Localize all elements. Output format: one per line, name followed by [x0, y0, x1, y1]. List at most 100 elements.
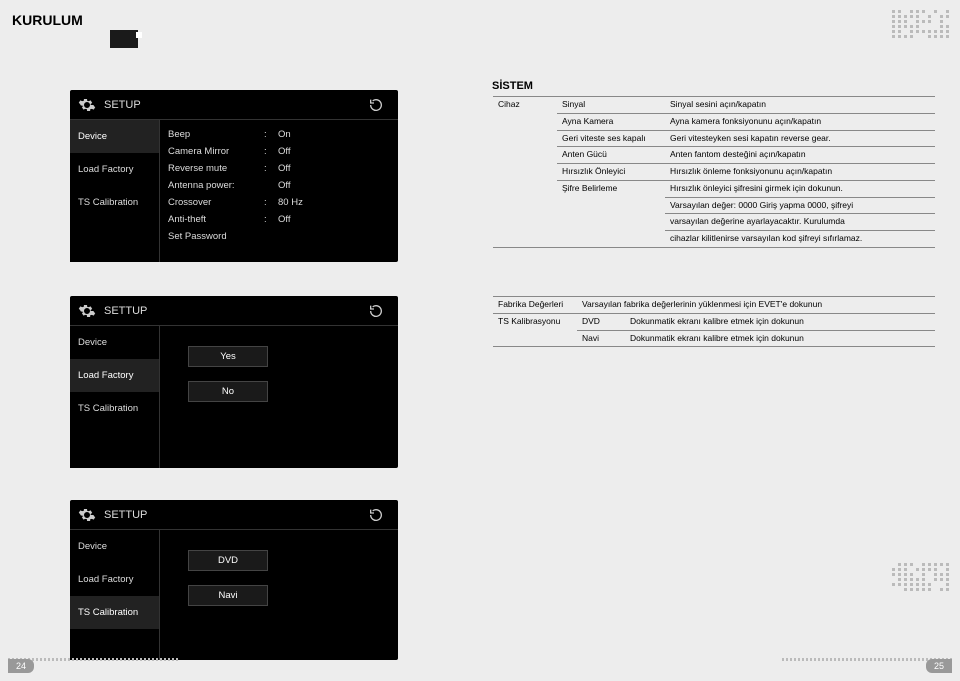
gear-icon — [78, 96, 96, 114]
setting-label: Camera Mirror — [168, 146, 264, 157]
sidebar-item-ts-calibration[interactable]: TS Calibration — [70, 596, 159, 629]
setting-row[interactable]: Anti-theft:Off — [168, 211, 390, 228]
panel-title: SETTUP — [104, 509, 147, 521]
cell: Ayna Kamera — [557, 113, 665, 130]
page-number-left: 24 — [8, 659, 34, 673]
setting-value: Off — [278, 214, 390, 225]
setting-row[interactable]: Crossover:80 Hz — [168, 194, 390, 211]
sidebar-item-ts-calibration[interactable]: TS Calibration — [70, 186, 159, 219]
panel-title: SETTUP — [104, 305, 147, 317]
cell: cihazlar kilitlenirse varsayılan kod şif… — [665, 231, 935, 248]
cell: Anten fantom desteğini açın/kapatın — [665, 147, 935, 164]
table-row: Fabrika DeğerleriVarsayılan fabrika değe… — [493, 297, 935, 314]
sidebar: Device Load Factory TS Calibration — [70, 120, 160, 262]
page-number-right: 25 — [926, 659, 952, 673]
cell: varsayılan değerine ayarlayacaktır. Kuru… — [665, 214, 935, 231]
cell: Cihaz — [493, 97, 557, 248]
dot-matrix-top — [892, 10, 950, 38]
cell: Dokunmatik ekranı kalibre etmek için dok… — [625, 330, 935, 347]
setting-value: 80 Hz — [278, 197, 390, 208]
setting-value: Off — [278, 180, 390, 191]
panel-header: SETTUP — [70, 296, 398, 326]
sidebar-item-load-factory[interactable]: Load Factory — [70, 153, 159, 186]
undo-icon[interactable] — [368, 507, 384, 523]
panel-header: SETUP — [70, 90, 398, 120]
cell: DVD — [577, 313, 625, 330]
cell: TS Kalibrasyonu — [493, 313, 577, 347]
tab-deco — [110, 30, 138, 48]
colon — [264, 180, 278, 191]
cell: Fabrika Değerleri — [493, 297, 577, 314]
navi-button[interactable]: Navi — [188, 585, 268, 606]
no-button[interactable]: No — [188, 381, 268, 402]
setting-label: Antenna power: — [168, 180, 264, 191]
setting-row[interactable]: Antenna power: Off — [168, 177, 390, 194]
device-explanation-table: CihazSinyalSinyal sesini açın/kapatınAyn… — [493, 96, 935, 248]
setting-row[interactable]: Reverse mute:Off — [168, 160, 390, 177]
dot-matrix-bottom — [892, 563, 950, 591]
gear-icon — [78, 506, 96, 524]
cell: Geri vitesteyken sesi kapatın reverse ge… — [665, 130, 935, 147]
setting-label: Crossover — [168, 197, 264, 208]
setup-panel-load-factory: SETTUP Device Load Factory TS Calibratio… — [70, 296, 398, 468]
setting-row[interactable]: Set Password — [168, 228, 390, 245]
section-title: SİSTEM — [492, 80, 533, 92]
cell: Ayna kamera fonksiyonunu açın/kapatın — [665, 113, 935, 130]
cell: Sinyal sesini açın/kapatın — [665, 97, 935, 114]
sidebar-item-device[interactable]: Device — [70, 120, 159, 153]
table-row: Şifre BelirlemeHırsızlık önleyici şifres… — [493, 180, 935, 197]
page-header: KURULUM — [12, 12, 83, 28]
cell: Hırsızlık önleme fonksiyonunu açın/kapat… — [665, 164, 935, 181]
panel-title: SETUP — [104, 99, 141, 111]
setup-panel-device: SETUP Device Load Factory TS Calibration… — [70, 90, 398, 262]
sidebar-item-device[interactable]: Device — [70, 530, 159, 563]
sidebar-item-load-factory[interactable]: Load Factory — [70, 563, 159, 596]
colon: : — [264, 197, 278, 208]
dvd-button[interactable]: DVD — [188, 550, 268, 571]
cell: Geri viteste ses kapalı — [557, 130, 665, 147]
sidebar-item-ts-calibration[interactable]: TS Calibration — [70, 392, 159, 425]
table-row: Geri viteste ses kapalıGeri vitesteyken … — [493, 130, 935, 147]
footer-dots-left — [8, 658, 178, 661]
sidebar: Device Load Factory TS Calibration — [70, 326, 160, 468]
cell: Anten Gücü — [557, 147, 665, 164]
table-row: Anten GücüAnten fantom desteğini açın/ka… — [493, 147, 935, 164]
setting-label: Set Password — [168, 231, 264, 242]
table-row: CihazSinyalSinyal sesini açın/kapatın — [493, 97, 935, 114]
factory-ts-explanation-table: Fabrika DeğerleriVarsayılan fabrika değe… — [493, 296, 935, 347]
setting-label: Beep — [168, 129, 264, 140]
settings-list: Beep:OnCamera Mirror:OffReverse mute:Off… — [160, 120, 398, 262]
yes-button[interactable]: Yes — [188, 346, 268, 367]
cell: Şifre Belirleme — [557, 180, 665, 247]
table-row: Hırsızlık ÖnleyiciHırsızlık önleme fonks… — [493, 164, 935, 181]
colon: : — [264, 214, 278, 225]
colon: : — [264, 163, 278, 174]
gear-icon — [78, 302, 96, 320]
setting-row[interactable]: Beep:On — [168, 126, 390, 143]
cell: Dokunmatik ekranı kalibre etmek için dok… — [625, 313, 935, 330]
setting-value — [278, 231, 390, 242]
colon — [264, 231, 278, 242]
setting-label: Reverse mute — [168, 163, 264, 174]
table-row: TS KalibrasyonuDVDDokunmatik ekranı kali… — [493, 313, 935, 330]
cell: Hırsızlık önleyici şifresini girmek için… — [665, 180, 935, 197]
cell: Hırsızlık Önleyici — [557, 164, 665, 181]
cell: Sinyal — [557, 97, 665, 114]
undo-icon[interactable] — [368, 97, 384, 113]
setting-value: On — [278, 129, 390, 140]
colon: : — [264, 129, 278, 140]
sidebar-item-device[interactable]: Device — [70, 326, 159, 359]
cell: Varsayılan değer: 0000 Giriş yapma 0000,… — [665, 197, 935, 214]
setting-label: Anti-theft — [168, 214, 264, 225]
undo-icon[interactable] — [368, 303, 384, 319]
cell: Varsayılan fabrika değerlerinin yüklenme… — [577, 297, 935, 314]
setting-value: Off — [278, 163, 390, 174]
sidebar-item-load-factory[interactable]: Load Factory — [70, 359, 159, 392]
sidebar: Device Load Factory TS Calibration — [70, 530, 160, 660]
panel-header: SETTUP — [70, 500, 398, 530]
table-row: Ayna KameraAyna kamera fonksiyonunu açın… — [493, 113, 935, 130]
setting-row[interactable]: Camera Mirror:Off — [168, 143, 390, 160]
setup-panel-ts-calibration: SETTUP Device Load Factory TS Calibratio… — [70, 500, 398, 660]
cell: Navi — [577, 330, 625, 347]
setting-value: Off — [278, 146, 390, 157]
